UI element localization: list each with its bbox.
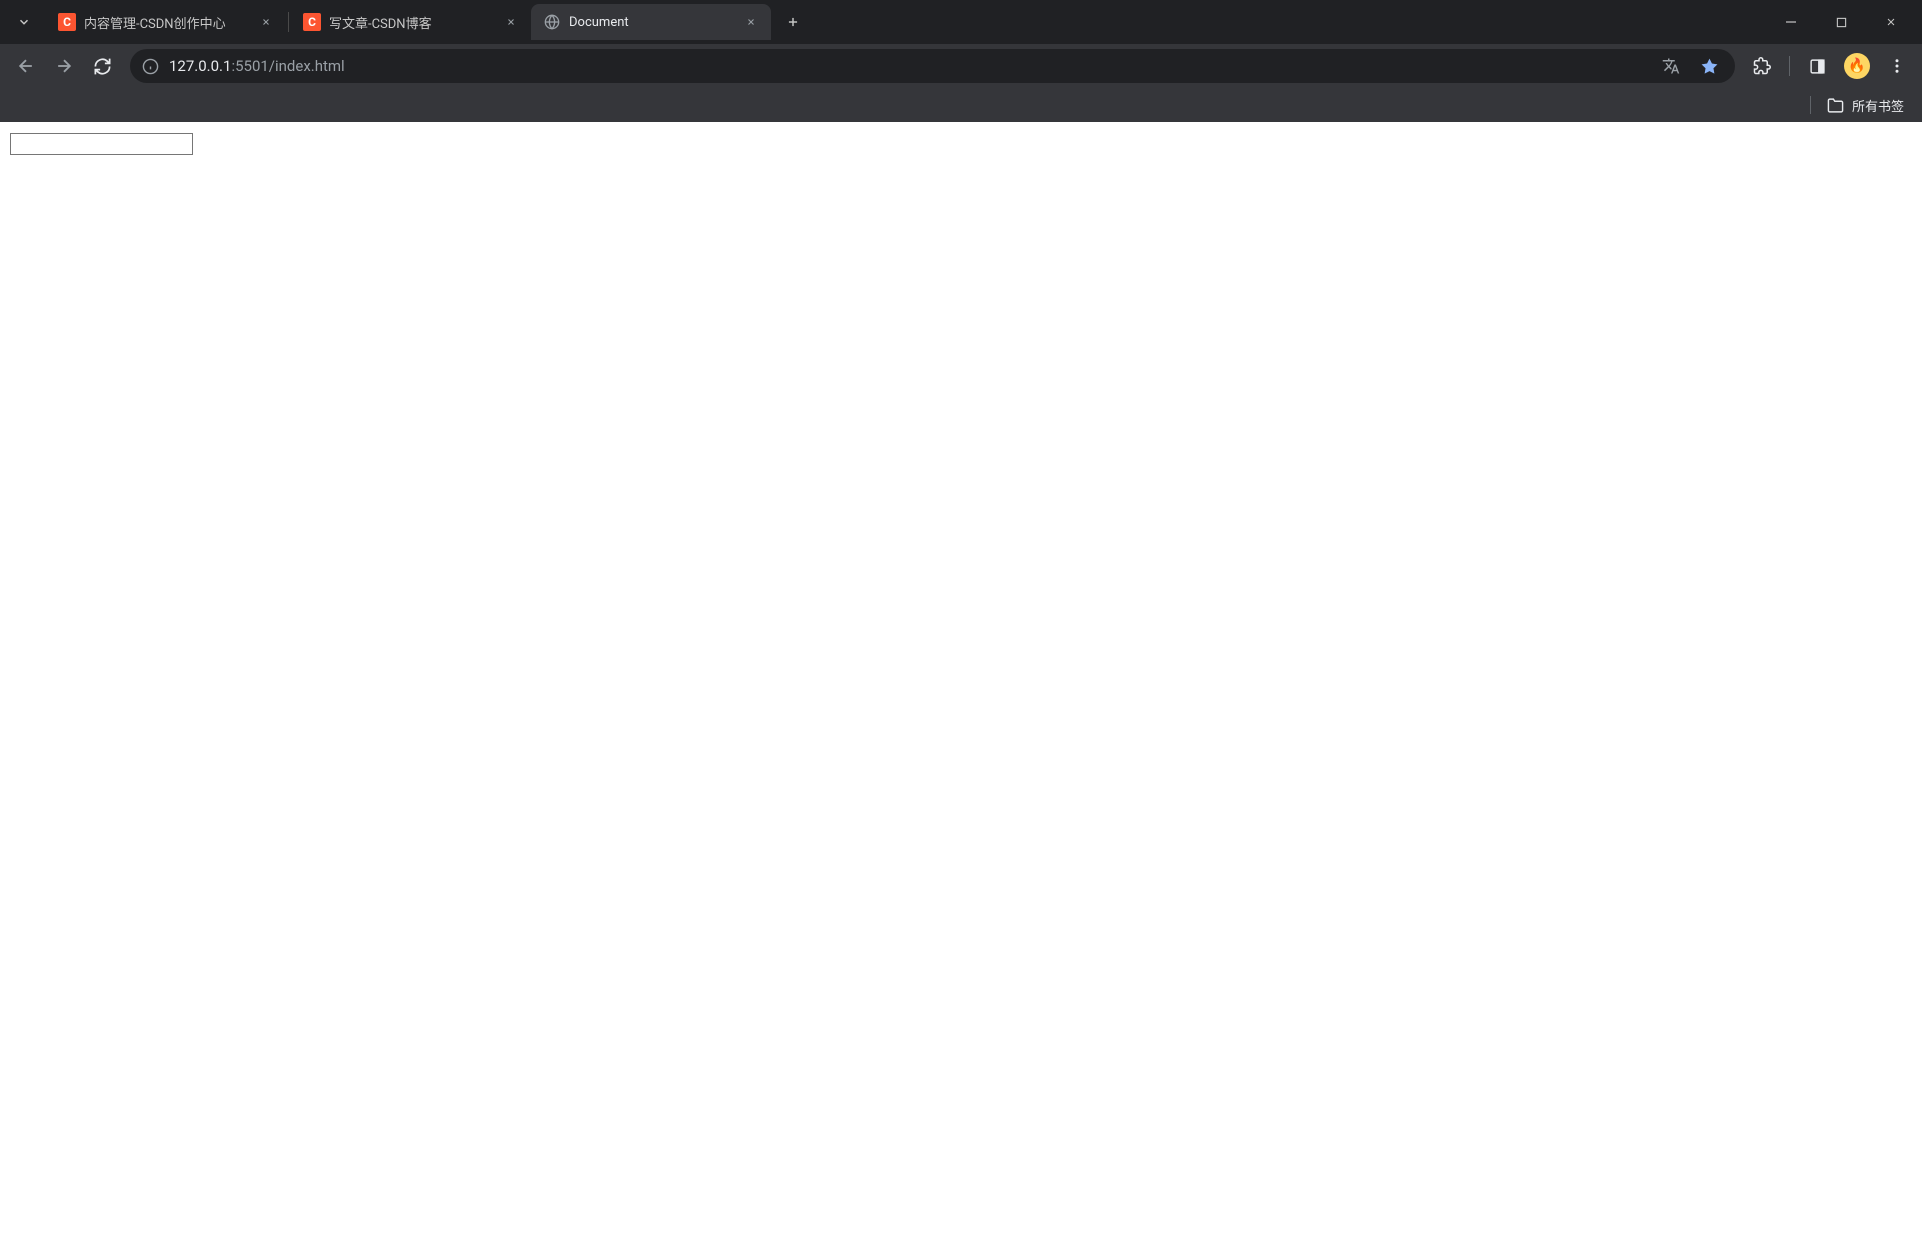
extensions-icon[interactable] bbox=[1745, 49, 1779, 83]
close-window-button[interactable] bbox=[1868, 6, 1914, 38]
translate-icon[interactable] bbox=[1657, 52, 1685, 80]
toolbar-separator bbox=[1789, 56, 1790, 76]
browser-chrome: C 内容管理-CSDN创作中心 C 写文章-CSDN博客 Document bbox=[0, 0, 1922, 122]
url-text: 127.0.0.1:5501/index.html bbox=[169, 57, 1647, 75]
url-host: 127.0.0.1 bbox=[169, 57, 231, 75]
csdn-icon: C bbox=[303, 13, 321, 31]
folder-icon bbox=[1827, 97, 1844, 114]
tab-title: 内容管理-CSDN创作中心 bbox=[84, 13, 250, 32]
toolbar: 127.0.0.1:5501/index.html 🔥 bbox=[0, 44, 1922, 88]
new-tab-button[interactable] bbox=[779, 8, 807, 36]
tab-title: Document bbox=[569, 15, 735, 30]
forward-button[interactable] bbox=[46, 48, 82, 84]
tab-csdn-write[interactable]: C 写文章-CSDN博客 bbox=[291, 4, 531, 40]
close-icon[interactable] bbox=[743, 14, 759, 30]
csdn-icon: C bbox=[58, 13, 76, 31]
bookmark-star-icon[interactable] bbox=[1695, 52, 1723, 80]
minimize-button[interactable] bbox=[1768, 6, 1814, 38]
side-panel-icon[interactable] bbox=[1800, 49, 1834, 83]
menu-icon[interactable] bbox=[1880, 49, 1914, 83]
close-icon[interactable] bbox=[258, 14, 274, 30]
toolbar-right: 🔥 bbox=[1745, 49, 1914, 83]
page-viewport bbox=[0, 122, 1922, 1247]
tab-strip: C 内容管理-CSDN创作中心 C 写文章-CSDN博客 Document bbox=[0, 0, 1922, 44]
maximize-button[interactable] bbox=[1818, 6, 1864, 38]
back-button[interactable] bbox=[8, 48, 44, 84]
globe-icon bbox=[543, 13, 561, 31]
bookmarks-bar: 所有书签 bbox=[0, 88, 1922, 122]
tab-separator bbox=[288, 12, 289, 32]
url-path: :5501/index.html bbox=[231, 57, 344, 75]
tab-csdn-content[interactable]: C 内容管理-CSDN创作中心 bbox=[46, 4, 286, 40]
reload-button[interactable] bbox=[84, 48, 120, 84]
tab-search-dropdown[interactable] bbox=[8, 6, 40, 38]
all-bookmarks-label: 所有书签 bbox=[1852, 96, 1904, 115]
window-controls bbox=[1768, 6, 1914, 38]
tab-title: 写文章-CSDN博客 bbox=[329, 13, 495, 32]
tab-document[interactable]: Document bbox=[531, 4, 771, 40]
page-text-input[interactable] bbox=[10, 133, 193, 155]
bookmarks-separator bbox=[1810, 96, 1811, 114]
site-info-icon[interactable] bbox=[142, 58, 159, 75]
profile-avatar[interactable]: 🔥 bbox=[1840, 49, 1874, 83]
address-bar[interactable]: 127.0.0.1:5501/index.html bbox=[130, 49, 1735, 83]
close-icon[interactable] bbox=[503, 14, 519, 30]
all-bookmarks-button[interactable]: 所有书签 bbox=[1821, 92, 1910, 119]
